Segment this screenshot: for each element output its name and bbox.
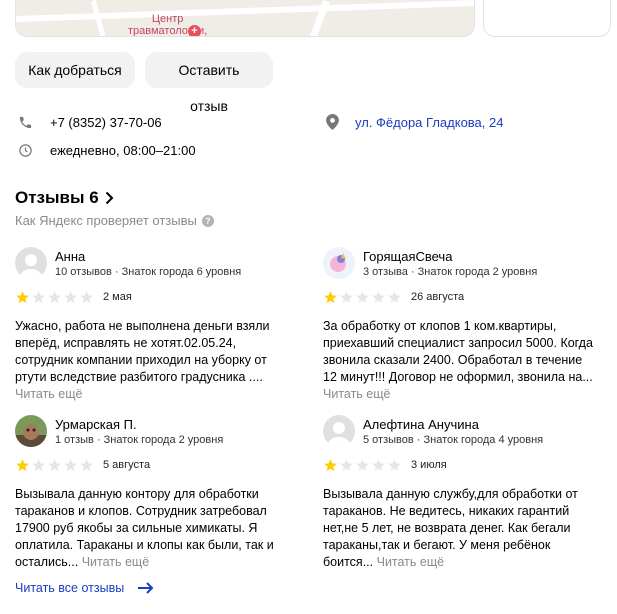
- star-empty-icon: [32, 458, 45, 471]
- review-text: Вызывала данную контору для обработки та…: [15, 487, 274, 569]
- read-more-link[interactable]: Читать ещё: [82, 555, 149, 569]
- star-empty-icon: [372, 290, 385, 303]
- review-check-info[interactable]: Как Яндекс проверяет отзывы ?: [15, 213, 214, 228]
- review-date: 2 мая: [103, 291, 132, 303]
- phone-row[interactable]: +7 (8352) 37-70-06: [17, 114, 162, 130]
- rating-stars: [323, 458, 402, 473]
- reviewer-meta: 10 отзывов · Знаток города 6 уровня: [55, 266, 242, 278]
- review-card: Алефтина Анучина 5 отзывов · Знаток горо…: [323, 415, 608, 571]
- star-empty-icon: [64, 458, 77, 471]
- review-date: 3 июля: [411, 459, 447, 471]
- read-more-link[interactable]: Читать ещё: [15, 387, 82, 401]
- reviewer-meta: 1 отзыв · Знаток города 2 уровня: [55, 434, 224, 446]
- read-all-reviews-text: Читать все отзывы: [15, 581, 125, 595]
- star-empty-icon: [356, 458, 369, 471]
- leave-review-button[interactable]: Оставить отзыв: [145, 52, 273, 114]
- map-road: [16, 0, 474, 23]
- avatar[interactable]: [323, 247, 355, 279]
- review-date: 26 августа: [411, 291, 465, 303]
- opening-hours: ежедневно, 08:00–21:00: [50, 142, 196, 158]
- star-empty-icon: [340, 290, 353, 303]
- star-empty-icon: [356, 290, 369, 303]
- map-preview[interactable]: Центр травматологии, +: [15, 0, 475, 37]
- read-more-link[interactable]: Читать ещё: [323, 387, 390, 401]
- star-empty-icon: [48, 290, 61, 303]
- review-card: Урмарская П. 1 отзыв · Знаток города 2 у…: [15, 415, 300, 571]
- route-button[interactable]: Как добраться: [15, 52, 135, 88]
- clock-icon: [17, 142, 33, 158]
- star-empty-icon: [80, 290, 93, 303]
- star-empty-icon: [372, 458, 385, 471]
- review-card: ГорящаяСвеча 3 отзыва · Знаток города 2 …: [323, 247, 608, 403]
- star-filled-icon: [16, 290, 29, 303]
- rating-stars: [15, 458, 94, 473]
- reviews-title-text: Отзывы 6: [15, 188, 99, 207]
- question-icon[interactable]: ?: [201, 214, 214, 227]
- phone-number[interactable]: +7 (8352) 37-70-06: [50, 115, 162, 130]
- location-pin-icon: [324, 114, 340, 130]
- address-row[interactable]: ул. Фёдора Гладкова, 24: [324, 114, 503, 130]
- review-text: За обработку от клопов 1 ком.квартиры, п…: [323, 319, 593, 401]
- avatar[interactable]: [15, 247, 47, 279]
- star-empty-icon: [388, 458, 401, 471]
- reviews-title[interactable]: Отзывы 6: [15, 188, 114, 208]
- star-empty-icon: [64, 290, 77, 303]
- medical-cross-icon[interactable]: +: [188, 25, 201, 36]
- star-empty-icon: [340, 458, 353, 471]
- star-filled-icon: [324, 290, 337, 303]
- reviewer-meta: 5 отзывов · Знаток города 4 уровня: [363, 434, 544, 446]
- rating-stars: [15, 290, 94, 305]
- reviewer-name[interactable]: Урмарская П.: [55, 417, 137, 432]
- read-more-link[interactable]: Читать ещё: [377, 555, 444, 569]
- review-check-text: Как Яндекс проверяет отзывы: [15, 213, 197, 228]
- review-card: Анна 10 отзывов · Знаток города 6 уровня…: [15, 247, 300, 403]
- hours-row[interactable]: ежедневно, 08:00–21:00: [17, 142, 196, 158]
- star-empty-icon: [32, 290, 45, 303]
- star-empty-icon: [48, 458, 61, 471]
- avatar[interactable]: [15, 415, 47, 447]
- review-date: 5 августа: [103, 459, 151, 471]
- read-all-reviews-link[interactable]: Читать все отзывы: [15, 581, 154, 595]
- phone-icon: [17, 114, 33, 130]
- reviewer-name[interactable]: Алефтина Анучина: [363, 417, 479, 432]
- address-link[interactable]: ул. Фёдора Гладкова, 24: [355, 115, 503, 130]
- avatar[interactable]: [323, 415, 355, 447]
- arrow-right-icon: [138, 582, 154, 594]
- reviewer-name[interactable]: Анна: [55, 249, 85, 264]
- review-text: Ужасно, работа не выполнена деньги взяли…: [15, 319, 270, 401]
- star-filled-icon: [324, 458, 337, 471]
- reviewer-name[interactable]: ГорящаяСвеча: [363, 249, 452, 264]
- star-empty-icon: [388, 290, 401, 303]
- photo-preview[interactable]: [483, 0, 611, 37]
- reviewer-meta: 3 отзыва · Знаток города 2 уровня: [363, 266, 538, 278]
- rating-stars: [323, 290, 402, 305]
- chevron-right-icon: [105, 191, 114, 205]
- review-text: Вызывала данную службу,для обработки от …: [323, 487, 578, 569]
- star-filled-icon: [16, 458, 29, 471]
- star-empty-icon: [80, 458, 93, 471]
